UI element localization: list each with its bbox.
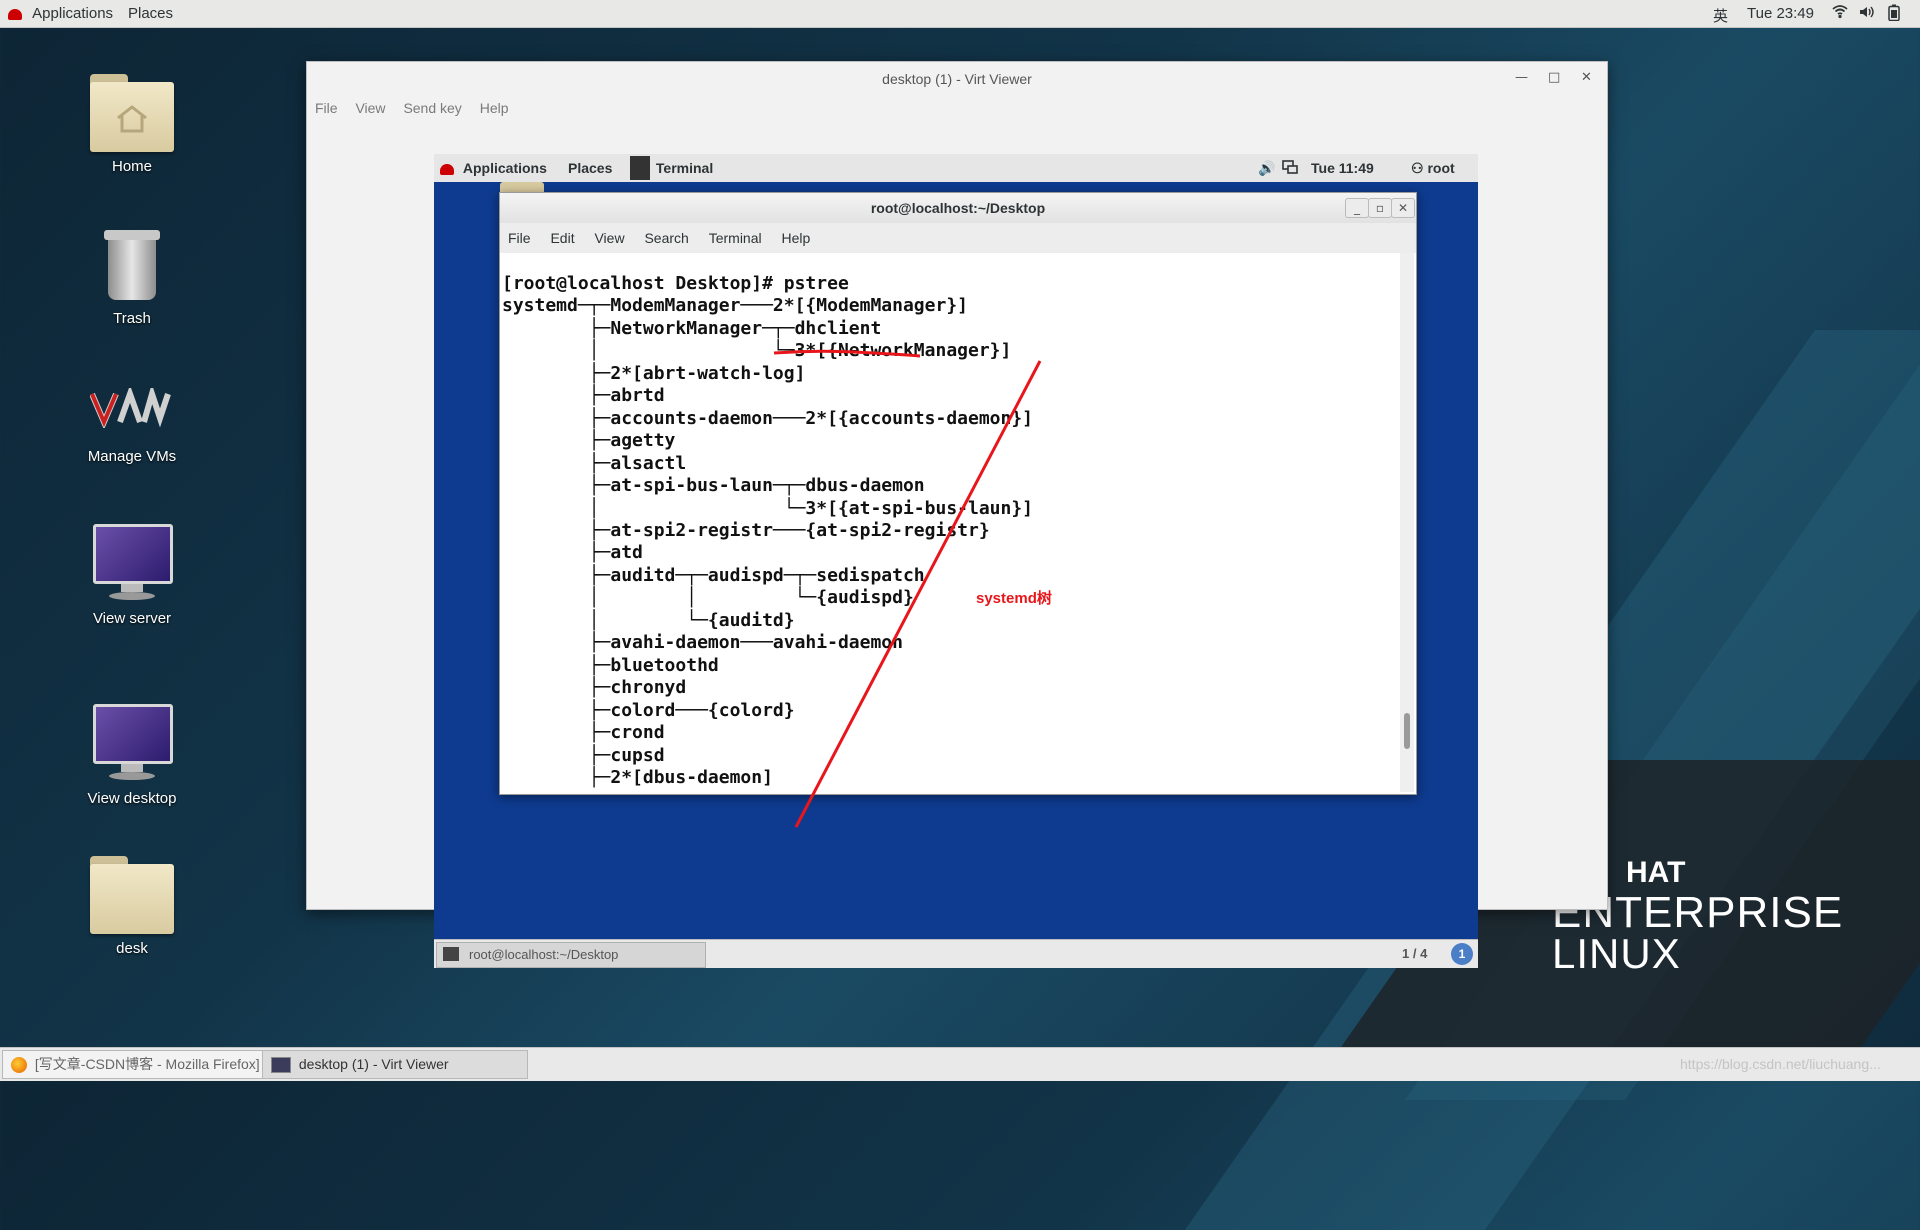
guest-display[interactable]: Applications Places Terminal 🔊 Tue 11:49…: [434, 154, 1478, 968]
taskbar-firefox-label: [写文章-CSDN博客 - Mozilla Firefox]: [34, 1056, 260, 1072]
terminal-small-icon: [443, 947, 459, 961]
battery-icon[interactable]: [1888, 4, 1900, 25]
taskbar-virt-viewer[interactable]: desktop (1) - Virt Viewer: [262, 1050, 528, 1079]
desktop-icon-label: desk: [116, 940, 148, 957]
clock[interactable]: Tue 23:49: [1747, 5, 1814, 22]
maximize-button[interactable]: □: [1548, 70, 1560, 85]
desktop-icon-label: Trash: [113, 310, 151, 327]
monitor-icon: [91, 704, 173, 784]
desktop-icon-trash[interactable]: Trash: [62, 226, 202, 327]
virt-viewer-small-icon: [271, 1057, 291, 1074]
folder-icon: [90, 856, 174, 934]
minimize-button[interactable]: —: [1515, 70, 1528, 85]
desktop-icon-label: View desktop: [87, 790, 177, 807]
guest-taskbar: root@localhost:~/Desktop 1 / 4 1: [434, 939, 1478, 968]
volume-icon[interactable]: [1858, 4, 1874, 24]
virt-viewer-title: desktop (1) - Virt Viewer: [882, 71, 1032, 87]
brand-line1: HAT: [1626, 856, 1686, 889]
taskbar-firefox[interactable]: [写文章-CSDN博客 - Mozilla Firefox]: [2, 1050, 264, 1079]
places-menu[interactable]: Places: [128, 5, 173, 22]
desktop-icon-label: Home: [111, 158, 152, 175]
underline-annotation: [773, 349, 921, 358]
virt-viewer-menubar: File View Send key Help: [307, 100, 515, 126]
close-button[interactable]: ✕: [1581, 70, 1592, 85]
menu-send-key[interactable]: Send key: [403, 100, 461, 116]
menu-file[interactable]: File: [315, 100, 338, 116]
home-folder-icon: [90, 74, 174, 152]
monitor-icon: [91, 524, 173, 604]
menu-help[interactable]: Help: [480, 100, 509, 116]
annotation-label: systemd树: [976, 590, 1052, 607]
workspace-indicator[interactable]: 1 / 4: [1402, 946, 1427, 961]
trash-icon: [102, 226, 162, 304]
menu-view[interactable]: View: [355, 100, 385, 116]
desktop-icon-manage-vms[interactable]: Manage VMs: [62, 383, 202, 465]
guest-taskbar-window-button[interactable]: root@localhost:~/Desktop: [436, 942, 706, 968]
notification-icon[interactable]: 1: [1451, 943, 1473, 965]
watermark-text: https://blog.csdn.net/liuchuang...: [1680, 1056, 1881, 1072]
desktop-icon-desk[interactable]: desk: [62, 856, 202, 957]
input-method-indicator[interactable]: 英: [1713, 5, 1728, 26]
vm-logo-icon: [89, 383, 174, 430]
host-taskbar: [写文章-CSDN博客 - Mozilla Firefox] desktop (…: [0, 1047, 1920, 1081]
firefox-icon: [11, 1057, 27, 1074]
desktop-icon-view-server[interactable]: View server: [62, 524, 202, 627]
desktop-icon-home[interactable]: Home: [62, 74, 202, 175]
desktop-icon-label: Manage VMs: [87, 448, 177, 465]
desktop-icon-label: View server: [92, 610, 172, 627]
virt-viewer-window[interactable]: desktop (1) - Virt Viewer — □ ✕ File Vie…: [306, 61, 1608, 968]
annotation-strokes: [773, 349, 1042, 828]
applications-menu[interactable]: Applications: [8, 5, 113, 22]
host-top-panel: Applications Places 英 Tue 23:49: [0, 0, 1920, 28]
applications-label: Applications: [32, 5, 114, 22]
guest-taskbar-window-label: root@localhost:~/Desktop: [469, 947, 619, 962]
taskbar-virt-viewer-label: desktop (1) - Virt Viewer: [298, 1056, 449, 1072]
desktop-icon-view-desktop[interactable]: View desktop: [62, 704, 202, 807]
brand-line3: LINUX: [1552, 930, 1681, 977]
wifi-icon[interactable]: [1832, 3, 1848, 23]
redhat-logo-icon: [8, 8, 22, 20]
